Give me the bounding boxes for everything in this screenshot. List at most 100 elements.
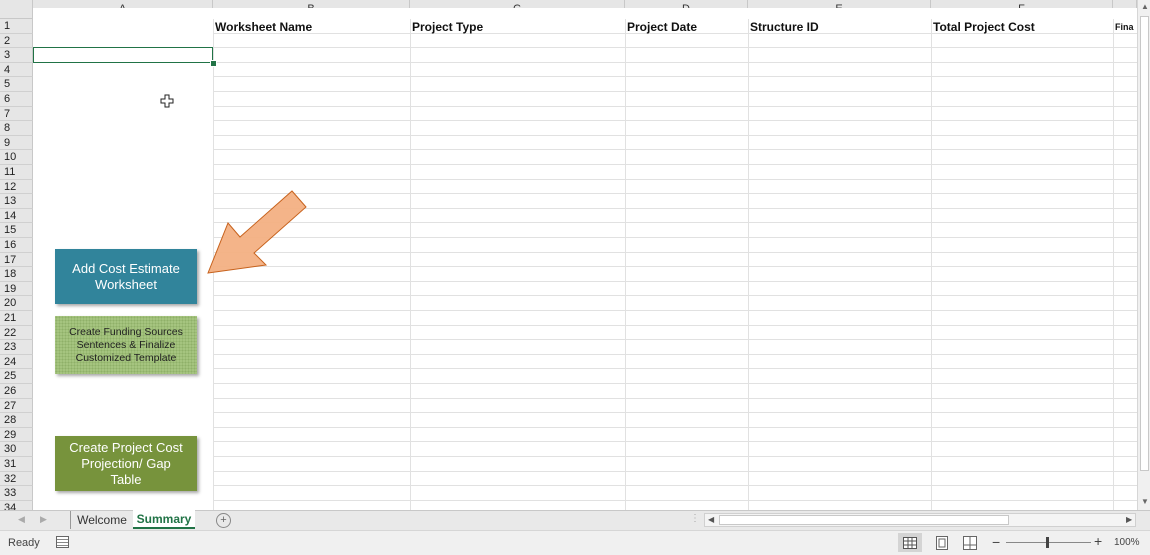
row-gridline <box>213 106 1137 107</box>
row-header-21[interactable]: 21 <box>0 311 33 326</box>
header-project-type[interactable]: Project Type <box>412 20 623 34</box>
row-gridline <box>213 47 1137 48</box>
row-gridline <box>213 456 1137 457</box>
zoom-slider[interactable] <box>1006 537 1091 548</box>
vertical-scrollbar[interactable]: ▲ ▼ <box>1137 0 1150 510</box>
row-gridline <box>213 383 1137 384</box>
row-header-25[interactable]: 25 <box>0 369 33 384</box>
cell-cursor-icon <box>160 94 174 108</box>
header-project-date[interactable]: Project Date <box>627 20 746 34</box>
row-gridline <box>213 471 1137 472</box>
funding-sources-label: Create Funding Sources Sentences & Final… <box>69 325 183 364</box>
row-header-10[interactable]: 10 <box>0 150 33 165</box>
row-header-13[interactable]: 13 <box>0 194 33 209</box>
hscroll-left-icon[interactable]: ◀ <box>708 515 714 524</box>
header-fina-truncated[interactable]: Fina <box>1115 20 1137 34</box>
row-gridline <box>213 120 1137 121</box>
add-cost-estimate-button[interactable]: Add Cost Estimate Worksheet <box>55 249 197 304</box>
zoom-in-icon[interactable]: + <box>1094 533 1102 549</box>
row-gridline <box>213 281 1137 282</box>
row-header-1[interactable]: 1 <box>0 19 33 34</box>
tab-scroll-right-icon[interactable]: ▶ <box>40 514 47 525</box>
row-gridline <box>213 164 1137 165</box>
row-header-9[interactable]: 9 <box>0 136 33 150</box>
row-gridline <box>213 149 1137 150</box>
row-header-20[interactable]: 20 <box>0 296 33 311</box>
page-layout-view-icon[interactable] <box>935 536 949 553</box>
funding-sources-button[interactable]: Create Funding Sources Sentences & Final… <box>55 316 197 374</box>
scroll-up-icon[interactable]: ▲ <box>1141 2 1149 11</box>
row-header-32[interactable]: 32 <box>0 472 33 486</box>
row-header-7[interactable]: 7 <box>0 107 33 121</box>
row-header-19[interactable]: 19 <box>0 282 33 296</box>
zoom-slider-thumb[interactable] <box>1046 537 1049 548</box>
horizontal-scroll-thumb[interactable] <box>719 515 1009 525</box>
tab-welcome[interactable]: Welcome <box>70 511 134 529</box>
macro-recording-icon[interactable] <box>56 536 69 548</box>
selected-cell-a3[interactable] <box>33 47 213 63</box>
row-header-22[interactable]: 22 <box>0 326 33 340</box>
fill-handle[interactable] <box>210 60 217 67</box>
header-total-project-cost[interactable]: Total Project Cost <box>933 20 1111 34</box>
row-gridline <box>213 354 1137 355</box>
row-header-30[interactable]: 30 <box>0 442 33 457</box>
zoom-out-icon[interactable]: − <box>992 534 1000 550</box>
row-header-33[interactable]: 33 <box>0 486 33 501</box>
row-header-8[interactable]: 8 <box>0 121 33 136</box>
sheet-tabs-bar: ◀ ▶ Welcome Summary + ⋮ ◀ ▶ <box>0 510 1150 530</box>
row-header-27[interactable]: 27 <box>0 399 33 413</box>
row-gridline <box>213 222 1137 223</box>
row-header-24[interactable]: 24 <box>0 355 33 369</box>
row-header-15[interactable]: 15 <box>0 223 33 238</box>
row-header-16[interactable]: 16 <box>0 238 33 253</box>
row-header-23[interactable]: 23 <box>0 340 33 355</box>
row-header-14[interactable]: 14 <box>0 209 33 223</box>
row-header-17[interactable]: 17 <box>0 253 33 267</box>
hscroll-right-icon[interactable]: ▶ <box>1126 515 1132 524</box>
row-header-2[interactable]: 2 <box>0 34 33 48</box>
zoom-level[interactable]: 100% <box>1114 537 1140 548</box>
header-structure-id[interactable]: Structure ID <box>750 20 929 34</box>
row-header-6[interactable]: 6 <box>0 92 33 107</box>
row-header-26[interactable]: 26 <box>0 384 33 399</box>
row-gridline <box>213 368 1137 369</box>
tab-summary-label: Summary <box>136 511 192 526</box>
row-gridline <box>213 441 1137 442</box>
tab-summary[interactable]: Summary <box>133 510 195 529</box>
split-handle-icon[interactable]: ⋮ <box>690 513 700 524</box>
page-break-preview-icon[interactable] <box>963 536 977 553</box>
row-gridline <box>213 266 1137 267</box>
select-all-corner[interactable] <box>0 0 33 19</box>
row-header-11[interactable]: 11 <box>0 165 33 180</box>
row-header-12[interactable]: 12 <box>0 180 33 194</box>
pointer-arrow-icon <box>207 190 307 274</box>
row-gridline <box>213 427 1137 428</box>
vertical-scroll-thumb[interactable] <box>1140 16 1149 471</box>
row-gridline <box>213 193 1137 194</box>
row-gridline <box>213 500 1137 501</box>
horizontal-scrollbar[interactable]: ◀ <box>704 513 1136 527</box>
normal-view-icon[interactable] <box>898 533 922 552</box>
row-gridline <box>213 295 1137 296</box>
new-sheet-button[interactable]: + <box>216 513 231 528</box>
column-header-band <box>33 8 1137 19</box>
spreadsheet-grid[interactable]: A B C D E F 1234567891011121314151617181… <box>0 0 1150 510</box>
row-gridline <box>213 325 1137 326</box>
row-gridline <box>213 398 1137 399</box>
row-header-29[interactable]: 29 <box>0 428 33 442</box>
column-gridline <box>931 19 932 510</box>
row-header-31[interactable]: 31 <box>0 457 33 472</box>
scroll-down-icon[interactable]: ▼ <box>1141 497 1149 506</box>
row-header-18[interactable]: 18 <box>0 267 33 282</box>
row-header-5[interactable]: 5 <box>0 77 33 92</box>
row-header-28[interactable]: 28 <box>0 413 33 428</box>
projection-gap-label: Create Project Cost Projection/ Gap Tabl… <box>69 439 183 487</box>
tab-scroll-left-icon[interactable]: ◀ <box>18 514 25 525</box>
header-worksheet-name[interactable]: Worksheet Name <box>215 20 408 34</box>
row-gridline <box>213 310 1137 311</box>
row-header-3[interactable]: 3 <box>0 48 33 63</box>
column-gridline <box>410 19 411 510</box>
projection-gap-button[interactable]: Create Project Cost Projection/ Gap Tabl… <box>55 436 197 491</box>
row-header-34[interactable]: 34 <box>0 501 33 510</box>
row-header-4[interactable]: 4 <box>0 63 33 77</box>
